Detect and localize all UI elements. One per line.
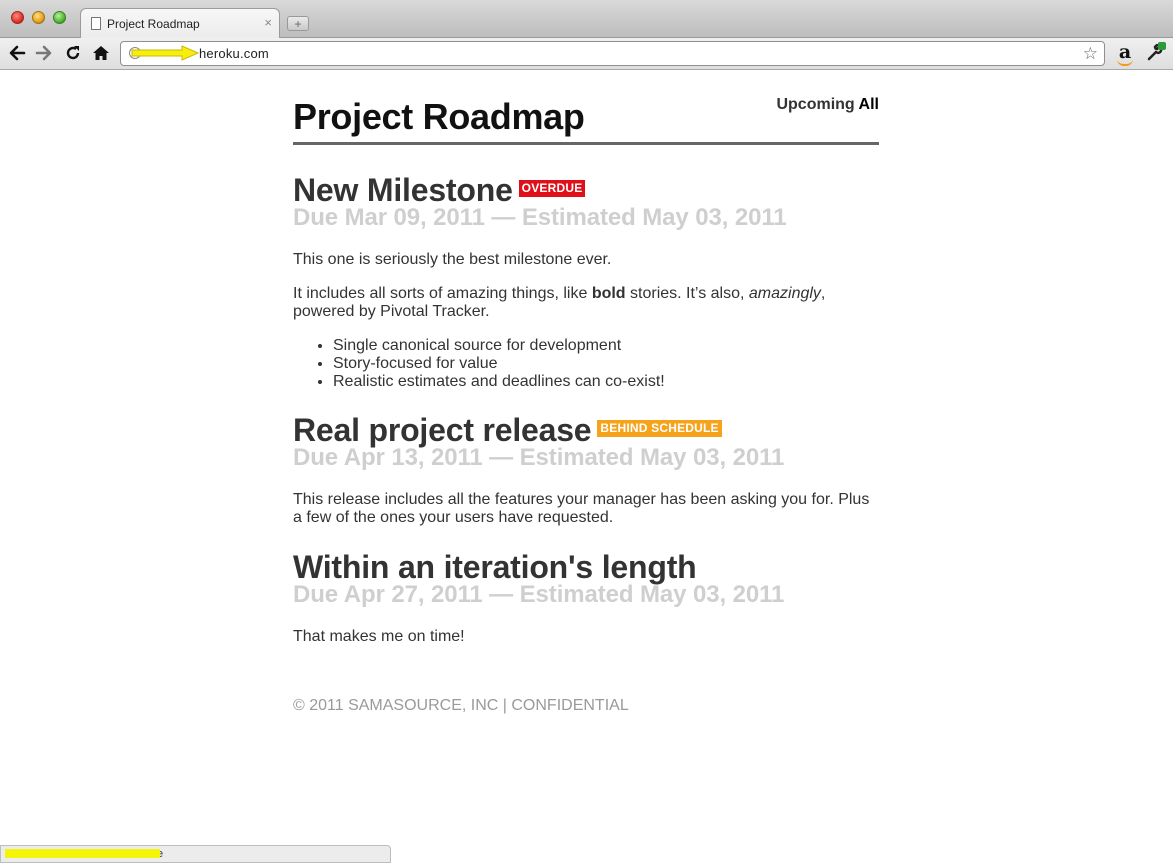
milestone-item: Real project release BEHIND SCHEDULE Due …: [293, 411, 879, 527]
forward-arrow-icon[interactable]: [33, 42, 55, 64]
browser-titlebar: Project Roadmap × +: [0, 0, 1173, 38]
milestone-dates: Due Mar 09, 2011 — Estimated May 03, 201…: [293, 204, 787, 231]
description-paragraph: This release includes all the features y…: [293, 491, 870, 526]
home-icon[interactable]: [90, 42, 112, 64]
milestone-description: That makes me on time!: [293, 628, 879, 646]
new-tab-button[interactable]: +: [287, 16, 309, 31]
milestone-description: This release includes all the features y…: [293, 491, 879, 527]
page-title: Project Roadmap: [293, 96, 585, 137]
list-item: Single canonical source for development: [333, 337, 879, 355]
back-arrow-icon[interactable]: [6, 42, 28, 64]
milestone-description: This one is seriously the best milestone…: [293, 251, 879, 391]
tab-title: Project Roadmap: [107, 17, 200, 31]
milestone-item: Within an iteration's length Due Apr 27,…: [293, 548, 879, 646]
update-badge: [1158, 42, 1166, 50]
browser-tab[interactable]: Project Roadmap ×: [80, 8, 280, 38]
address-bar[interactable]: heroku.com ☆: [120, 41, 1105, 66]
description-paragraph: This one is seriously the best milestone…: [293, 251, 612, 268]
status-badge: OVERDUE: [518, 180, 586, 198]
reload-icon[interactable]: [62, 42, 84, 64]
redaction-arrow-icon: [131, 45, 200, 61]
roadmap-content: Project Roadmap Upcoming All New Milesto…: [293, 70, 879, 646]
all-link[interactable]: All: [859, 96, 879, 113]
window-minimize-button[interactable]: [32, 11, 45, 24]
list-item: Story-focused for value: [333, 355, 879, 373]
description-paragraph: It includes all sorts of amazing things,…: [293, 285, 826, 320]
feature-list: Single canonical source for development …: [293, 337, 879, 391]
upcoming-link[interactable]: Upcoming: [776, 96, 854, 113]
bookmark-star-icon[interactable]: ☆: [1083, 44, 1098, 64]
tab-close-icon[interactable]: ×: [264, 15, 272, 30]
page-header: Project Roadmap Upcoming All: [293, 70, 879, 145]
list-item: Realistic estimates and deadlines can co…: [333, 373, 879, 391]
milestone-dates: Due Apr 13, 2011 — Estimated May 03, 201…: [293, 444, 785, 471]
redaction-highlight: [5, 849, 160, 858]
window-close-button[interactable]: [11, 11, 24, 24]
filter-nav: Upcoming All: [776, 96, 879, 114]
document-icon: [91, 17, 101, 30]
page-footer: © 2011 SAMASOURCE, INC | CONFIDENTIAL: [293, 697, 629, 714]
milestone-item: New Milestone OVERDUE Due Mar 09, 2011 — …: [293, 171, 879, 391]
amazon-smile-mark: [1117, 59, 1133, 66]
status-badge: BEHIND SCHEDULE: [597, 420, 722, 438]
milestone-dates: Due Apr 27, 2011 — Estimated May 03, 201…: [293, 581, 785, 608]
description-paragraph: That makes me on time!: [293, 628, 465, 645]
window-maximize-button[interactable]: [53, 11, 66, 24]
